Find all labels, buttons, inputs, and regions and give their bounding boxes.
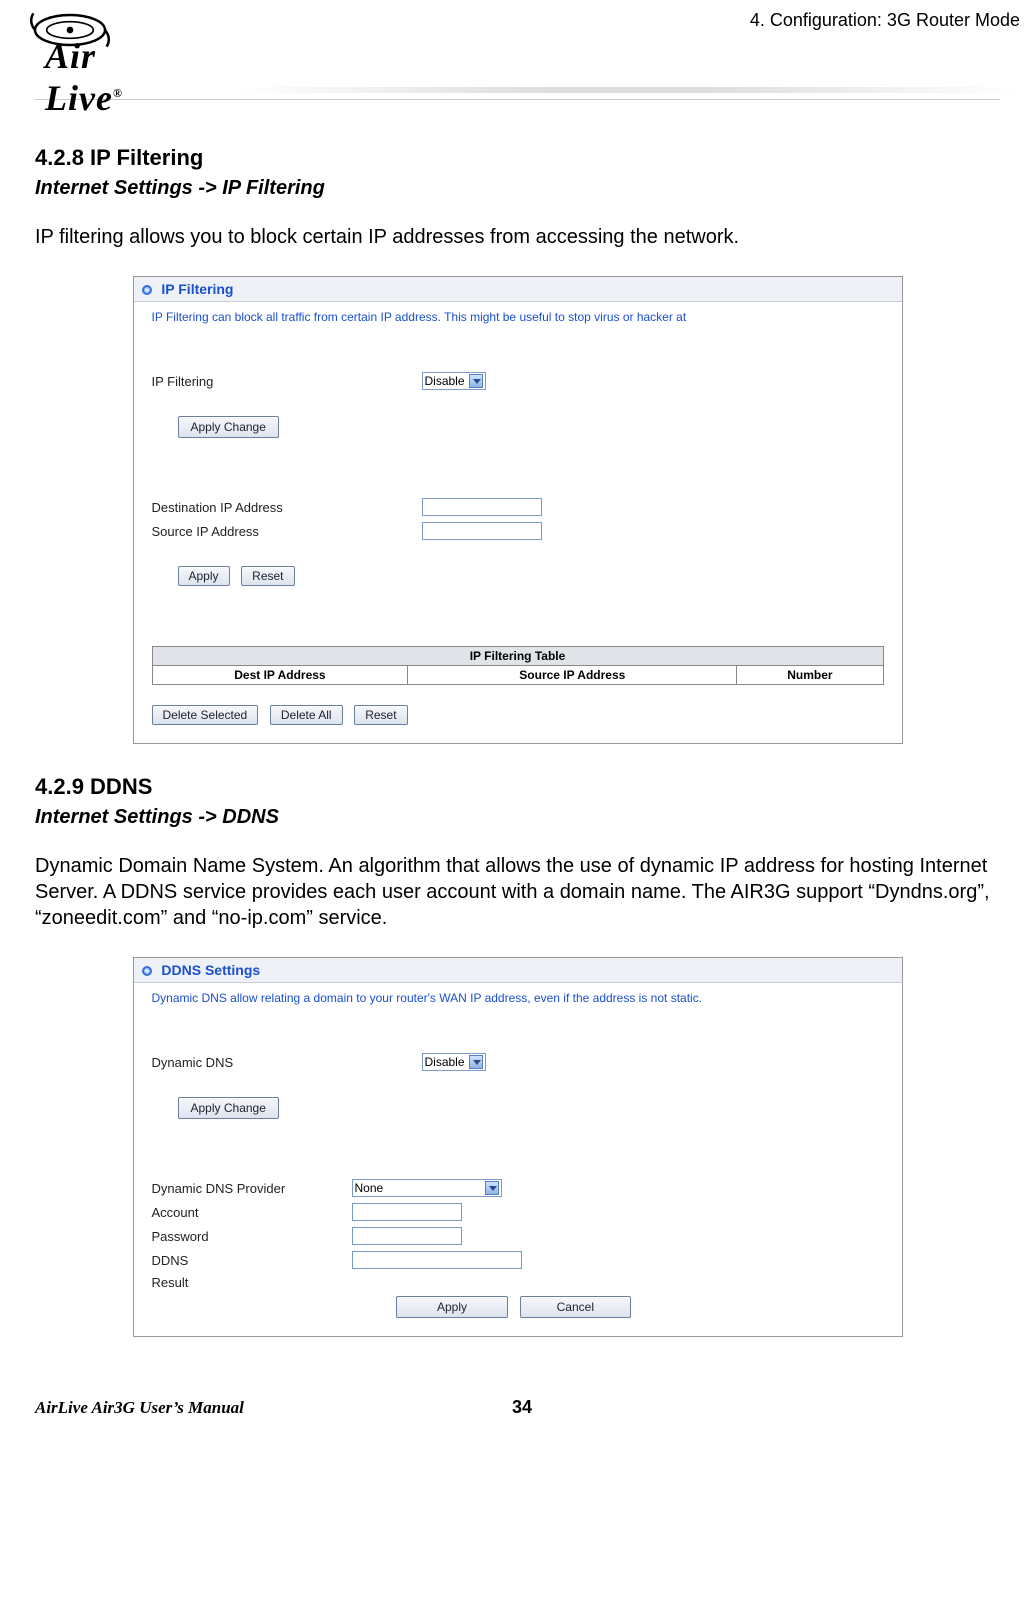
breadcrumb-ddns: Internet Settings -> DDNS — [35, 806, 1000, 829]
panel-title-text: IP Filtering — [161, 281, 233, 297]
registered-icon: ® — [113, 86, 123, 100]
panel-hint: Dynamic DNS allow relating a domain to y… — [134, 983, 902, 1011]
col-src: Source IP Address — [408, 666, 737, 685]
select-provider[interactable]: None — [352, 1179, 502, 1197]
logo: Air Live® — [25, 5, 115, 60]
account-input[interactable] — [352, 1203, 462, 1221]
label-dynamic-dns: Dynamic DNS — [152, 1055, 382, 1070]
apply-button[interactable]: Apply — [396, 1296, 508, 1318]
table-title: IP Filtering Table — [152, 647, 883, 666]
section-heading-ddns: 4.2.9 DDNS — [35, 774, 1000, 800]
reset-button[interactable]: Reset — [241, 566, 294, 586]
row-dest-ip: Destination IP Address — [152, 498, 884, 516]
ddns-panel: DDNS Settings Dynamic DNS allow relating… — [133, 957, 903, 1337]
bullet-icon — [142, 966, 152, 976]
row-ddns: DDNS — [152, 1251, 884, 1269]
section-body-ip: IP filtering allows you to block certain… — [35, 224, 1000, 250]
ip-filtering-table: IP Filtering Table Dest IP Address Sourc… — [152, 646, 884, 685]
row-password: Password — [152, 1227, 884, 1245]
page-number: 34 — [512, 1397, 532, 1418]
select-ip-filtering[interactable]: Disable — [422, 372, 486, 390]
button-row: Delete Selected Delete All Reset — [152, 705, 884, 725]
row-provider: Dynamic DNS Provider None — [152, 1179, 884, 1197]
ip-filtering-panel: IP Filtering IP Filtering can block all … — [133, 276, 903, 744]
page: Air Live® 4. Configuration: 3G Router Mo… — [0, 0, 1035, 1448]
chevron-down-icon — [469, 374, 483, 388]
cancel-button[interactable]: Cancel — [520, 1296, 631, 1318]
reset-button-2[interactable]: Reset — [354, 705, 407, 725]
panel-body: Dynamic DNS Disable Apply Change Dynamic… — [134, 1011, 902, 1336]
apply-button[interactable]: Apply — [178, 566, 230, 586]
footer-manual-title: AirLive Air3G User’s Manual — [35, 1398, 244, 1418]
label-password: Password — [152, 1229, 352, 1244]
label-ddns: DDNS — [152, 1253, 352, 1268]
select-value: Disable — [425, 1055, 465, 1069]
breadcrumb-ip: Internet Settings -> IP Filtering — [35, 177, 1000, 200]
label-provider: Dynamic DNS Provider — [152, 1181, 352, 1196]
bullet-icon — [142, 285, 152, 295]
apply-change-button[interactable]: Apply Change — [178, 416, 279, 438]
panel-body: IP Filtering Disable Apply Change Destin… — [134, 330, 902, 743]
row-ip-filtering: IP Filtering Disable — [152, 372, 884, 390]
chevron-down-icon — [469, 1055, 483, 1069]
button-row: Apply Change — [178, 1097, 884, 1119]
delete-all-button[interactable]: Delete All — [270, 705, 343, 725]
header-divider — [235, 87, 1020, 93]
logo-label: Air Live — [45, 36, 113, 118]
select-value: None — [355, 1181, 384, 1195]
panel-title: IP Filtering — [134, 277, 902, 302]
button-row: Apply Reset — [178, 566, 884, 586]
content: 4.2.8 IP Filtering Internet Settings -> … — [35, 100, 1000, 1337]
section-body-ddns: Dynamic Domain Name System. An algorithm… — [35, 853, 1000, 931]
page-footer: AirLive Air3G User’s Manual 34 — [35, 1397, 1000, 1428]
panel-title: DDNS Settings — [134, 958, 902, 983]
src-ip-input[interactable] — [422, 522, 542, 540]
logo-text: Air Live® — [45, 35, 123, 119]
row-dynamic-dns: Dynamic DNS Disable — [152, 1053, 884, 1071]
chapter-title: 4. Configuration: 3G Router Mode — [750, 10, 1020, 31]
row-account: Account — [152, 1203, 884, 1221]
row-src-ip: Source IP Address — [152, 522, 884, 540]
page-header: Air Live® 4. Configuration: 3G Router Mo… — [35, 10, 1000, 100]
panel-hint: IP Filtering can block all traffic from … — [134, 302, 902, 330]
apply-change-button[interactable]: Apply Change — [178, 1097, 279, 1119]
password-input[interactable] — [352, 1227, 462, 1245]
select-value: Disable — [425, 374, 465, 388]
button-row: Apply Cancel — [152, 1296, 884, 1318]
label-ip-filtering: IP Filtering — [152, 374, 382, 389]
row-result: Result — [152, 1275, 884, 1290]
dest-ip-input[interactable] — [422, 498, 542, 516]
label-dest-ip: Destination IP Address — [152, 500, 382, 515]
label-src-ip: Source IP Address — [152, 524, 382, 539]
ddns-input[interactable] — [352, 1251, 522, 1269]
col-dest: Dest IP Address — [152, 666, 408, 685]
button-row: Apply Change — [178, 416, 884, 438]
select-dynamic-dns[interactable]: Disable — [422, 1053, 486, 1071]
chevron-down-icon — [485, 1181, 499, 1195]
col-num: Number — [737, 666, 883, 685]
label-result: Result — [152, 1275, 352, 1290]
label-account: Account — [152, 1205, 352, 1220]
section-heading-ip: 4.2.8 IP Filtering — [35, 145, 1000, 171]
panel-title-text: DDNS Settings — [161, 962, 260, 978]
delete-selected-button[interactable]: Delete Selected — [152, 705, 259, 725]
